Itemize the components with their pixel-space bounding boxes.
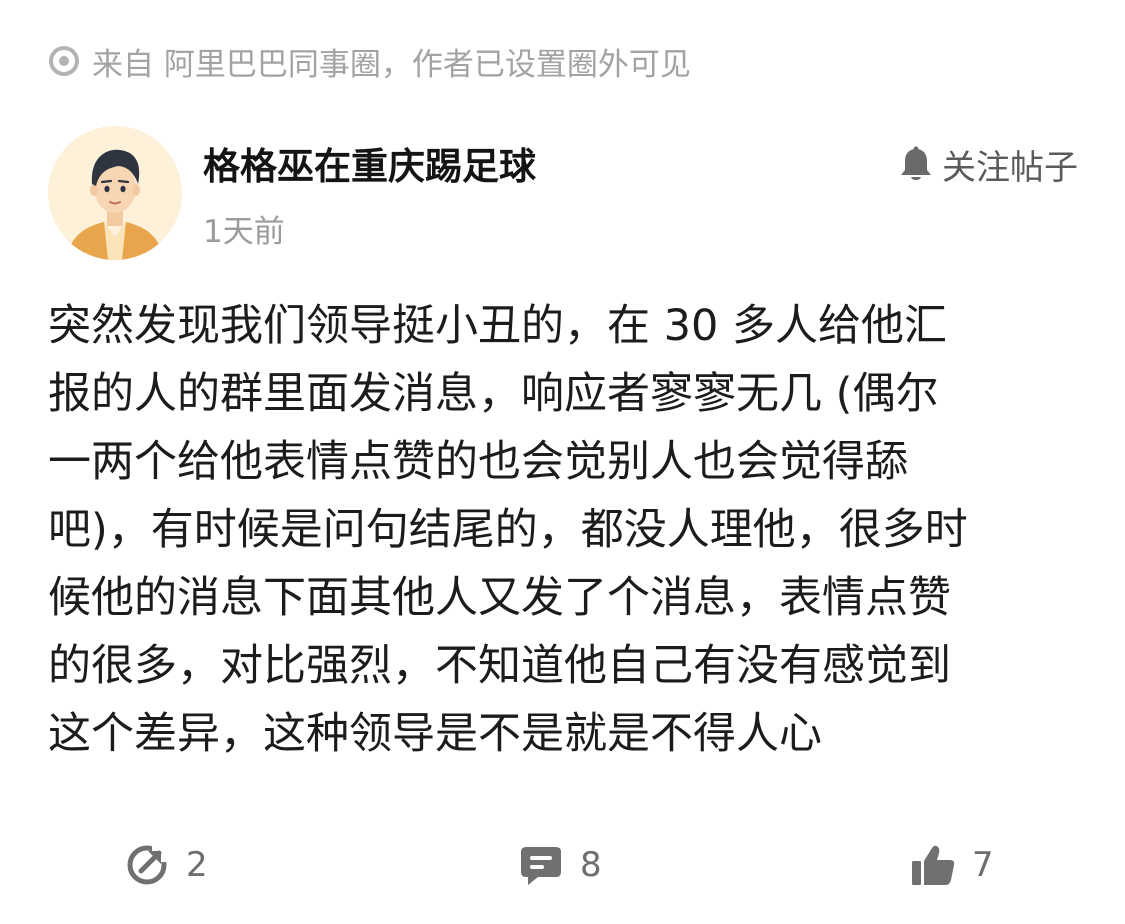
post-body-line: 候他的消息下面其他人又发了个消息，表情点赞: [48, 573, 951, 623]
circle-dot-icon: [48, 45, 80, 77]
bell-icon: [896, 145, 936, 185]
share-count: 2: [186, 845, 208, 885]
post-body: 突然发现我们领导挺小丑的，在 30 多人给他汇 报的人的群里面发消息，响应者寥寥…: [48, 292, 1078, 768]
post-body-line: 的很多，对比强烈，不知道他自己有没有感觉到: [48, 641, 951, 691]
comment-count: 8: [580, 845, 602, 885]
comment-icon: [521, 847, 561, 885]
action-bar: 2 8 7: [0, 835, 1125, 895]
post-time: 1天前: [203, 214, 285, 250]
source-bar: 来自 阿里巴巴同事圈，作者已设置圈外可见: [48, 38, 691, 84]
post-body-line: 吧)，有时候是问句结尾的，都没人理他，很多时: [48, 505, 968, 555]
author-name[interactable]: 格格巫在重庆踢足球: [203, 136, 536, 190]
post-header: 格格巫在重庆踢足球 1天前 关注帖子: [48, 126, 1078, 260]
like-button[interactable]: 7: [910, 835, 994, 895]
post-body-line: 报的人的群里面发消息，响应者寥寥无几 (偶尔: [48, 369, 939, 419]
avatar[interactable]: [48, 126, 182, 260]
post-body-line: 一两个给他表情点赞的也会觉别人也会觉得舔: [48, 437, 908, 487]
avatar-icon: [48, 126, 182, 260]
comment-button[interactable]: 8: [518, 835, 602, 895]
thumbs-up-icon: [912, 845, 955, 885]
follow-label: 关注帖子: [942, 148, 1078, 188]
like-count: 7: [972, 845, 994, 885]
share-button[interactable]: 2: [124, 835, 208, 895]
follow-post-button[interactable]: 关注帖子: [896, 140, 1078, 189]
post-body-line: 这个差异，这种领导是不是就是不得人心: [48, 709, 822, 759]
post-body-line: 突然发现我们领导挺小丑的，在 30 多人给他汇: [48, 301, 948, 351]
source-text: 来自 阿里巴巴同事圈，作者已设置圈外可见: [92, 46, 691, 83]
share-icon: [127, 844, 170, 885]
